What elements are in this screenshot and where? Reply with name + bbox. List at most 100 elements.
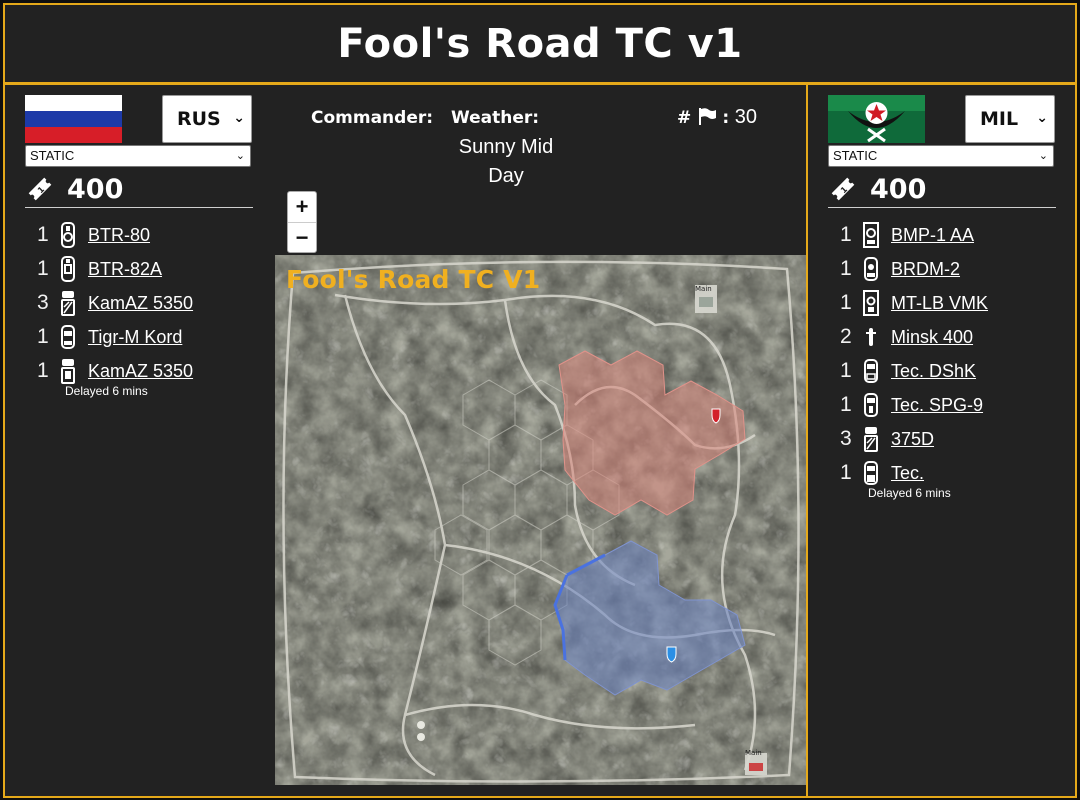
truck-icon — [61, 359, 75, 384]
delay-note: Delayed 6 mins — [65, 384, 148, 398]
truck-icon — [864, 427, 878, 452]
team2-points-value: 400 — [870, 173, 927, 205]
unit-count: 1 — [37, 359, 49, 382]
team1-panel: RUS ⌄ STATIC ⌄ 1 400 1 BTR-80 1 BTR-82A … — [3, 83, 275, 798]
unit-link[interactable]: 375D — [891, 429, 934, 450]
zoom-control: + − — [287, 191, 317, 253]
car-icon — [864, 359, 878, 383]
delay-note: Delayed 6 mins — [868, 486, 951, 500]
unit-count: 3 — [840, 427, 852, 450]
truck-icon — [61, 291, 75, 316]
unit-row: 1 BTR-80 — [37, 218, 193, 252]
unit-link[interactable]: BTR-80 — [88, 225, 150, 246]
ifv-icon — [863, 222, 879, 248]
colon: : — [722, 108, 730, 128]
unit-row: 3 375D — [840, 422, 988, 456]
team2-objective-icon[interactable] — [666, 646, 677, 663]
apc-icon — [863, 290, 879, 316]
motorbike-icon — [866, 328, 876, 346]
team1-unit-list: 1 BTR-80 1 BTR-82A 3 KamAZ 5350 1 Tigr-M… — [37, 218, 193, 400]
unit-link[interactable]: BMP-1 AA — [891, 225, 974, 246]
unit-link[interactable]: MT-LB VMK — [891, 293, 988, 314]
apc-icon — [61, 222, 75, 248]
weather-label: Weather: — [451, 108, 540, 128]
unit-link[interactable]: Tigr-M Kord — [88, 327, 182, 348]
unit-row: 1 MT-LB VMK — [840, 286, 988, 320]
ticket-icon: 1 — [28, 177, 52, 201]
page-title: Fool's Road TC v1 — [337, 20, 743, 67]
car-icon — [864, 393, 878, 417]
team2-faction-value: MIL — [980, 108, 1019, 130]
team1-mode-select[interactable]: STATIC ⌄ — [25, 145, 251, 167]
unit-count: 1 — [840, 359, 852, 382]
unit-link[interactable]: Tec. SPG-9 — [891, 395, 983, 416]
unit-row: 2 Minsk 400 — [840, 320, 988, 354]
team1-objective-icon[interactable] — [711, 408, 721, 424]
unit-link[interactable]: Minsk 400 — [891, 327, 973, 348]
unit-row: 1 Tec. SPG-9 — [840, 388, 988, 422]
apc-icon — [61, 256, 75, 282]
unit-count: 2 — [840, 325, 852, 348]
zoom-out-button[interactable]: − — [288, 222, 316, 252]
flag-icon — [698, 108, 716, 125]
team2-mode-value: STATIC — [833, 148, 878, 163]
team2-unit-list: 1 BMP-1 AA 1 BRDM-2 1 MT-LB VMK 2 Minsk … — [840, 218, 988, 502]
team1-faction-value: RUS — [177, 108, 221, 130]
weather-value: Sunny Mid Day — [458, 136, 554, 187]
car-icon — [864, 257, 878, 281]
team1-mode-value: STATIC — [30, 148, 75, 163]
car-icon — [864, 461, 878, 485]
commander-info: Commander: — [311, 103, 433, 133]
flag-count-label: # — [677, 108, 692, 128]
map-title: Fool's Road TC V1 — [286, 265, 541, 294]
unit-count: 1 — [37, 223, 49, 246]
team2-panel: MIL ⌄ STATIC ⌄ 1 400 1 BMP-1 AA 1 BRDM-2… — [806, 83, 1077, 798]
chevron-down-icon: ⌄ — [1038, 150, 1048, 162]
unit-count: 1 — [37, 257, 49, 280]
unit-row: 1 BMP-1 AA — [840, 218, 988, 252]
flag-count-info: # : 30 — [677, 103, 757, 133]
team2-faction-select[interactable]: MIL ⌄ — [965, 95, 1055, 143]
unit-row: 1 BTR-82A — [37, 252, 193, 286]
chevron-down-icon: ⌄ — [1036, 110, 1048, 126]
unit-link[interactable]: KamAZ 5350 — [88, 293, 193, 314]
unit-row: 1 BRDM-2 — [840, 252, 988, 286]
map-terrain: Main Main — [275, 255, 806, 785]
unit-row: 1 Tec. DShK — [840, 354, 988, 388]
team2-mode-select[interactable]: STATIC ⌄ — [828, 145, 1054, 167]
unit-link[interactable]: Tec. — [891, 463, 924, 484]
weather-info: Weather: Sunny Mid Day — [451, 103, 651, 191]
unit-count: 1 — [840, 393, 852, 416]
header-bar: Fool's Road TC v1 — [3, 3, 1077, 84]
team1-points-value: 400 — [67, 173, 124, 205]
main-label-top: Main — [695, 285, 712, 293]
waypoint-icon — [417, 733, 425, 741]
map-view[interactable]: Main Main Fool's Road TC V1 — [275, 255, 806, 785]
main-label-bottom: Main — [745, 749, 762, 757]
team1-points: 1 400 — [27, 173, 123, 205]
divider — [25, 207, 253, 208]
zoom-in-button[interactable]: + — [288, 192, 316, 222]
unit-count: 1 — [840, 223, 852, 246]
divider — [828, 207, 1056, 208]
chevron-down-icon: ⌄ — [235, 150, 245, 162]
unit-row: 3 KamAZ 5350 — [37, 286, 193, 320]
car-icon — [61, 325, 75, 349]
team2-points: 1 400 — [830, 173, 926, 205]
unit-count: 1 — [840, 291, 852, 314]
team1-faction-select[interactable]: RUS ⌄ — [162, 95, 252, 143]
unit-link[interactable]: BRDM-2 — [891, 259, 960, 280]
unit-row: 1 Tigr-M Kord — [37, 320, 193, 354]
flag-count-value: 30 — [734, 106, 757, 128]
unit-link[interactable]: Tec. DShK — [891, 361, 976, 382]
russia-flag-icon — [25, 95, 122, 143]
unit-count: 3 — [37, 291, 49, 314]
chevron-down-icon: ⌄ — [233, 110, 245, 126]
unit-count: 1 — [840, 257, 852, 280]
militia-flag-icon — [828, 95, 925, 143]
commander-label: Commander: — [311, 108, 434, 128]
waypoint-icon — [417, 721, 425, 729]
unit-count: 1 — [840, 461, 852, 484]
unit-link[interactable]: KamAZ 5350 — [88, 361, 193, 382]
unit-link[interactable]: BTR-82A — [88, 259, 162, 280]
